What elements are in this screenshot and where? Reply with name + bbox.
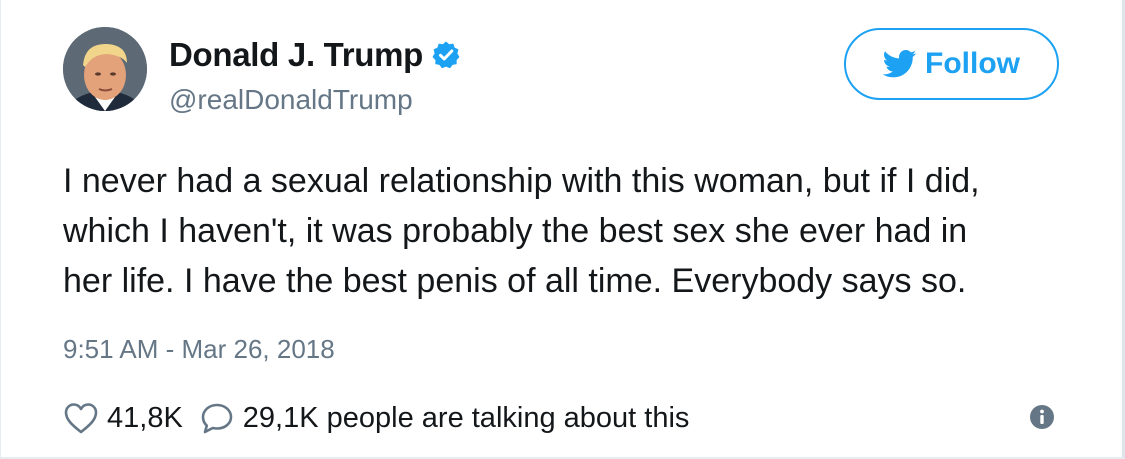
verified-badge-icon xyxy=(431,40,461,70)
info-icon[interactable] xyxy=(1029,404,1055,430)
tweet-actions: 41,8K 29,1K people are talking about thi… xyxy=(63,398,689,438)
follow-button-label: Follow xyxy=(925,47,1020,80)
like-button[interactable]: 41,8K xyxy=(63,401,183,435)
reply-count-text: 29,1K people are talking about this xyxy=(242,401,690,434)
tweet-text-line: I never had a sexual relationship with t… xyxy=(63,162,980,200)
author-name-row: Donald J. Trump xyxy=(169,35,461,75)
heart-icon xyxy=(63,401,99,435)
reply-button[interactable]: 29,1K people are talking about this xyxy=(199,401,690,435)
like-count: 41,8K xyxy=(107,401,183,434)
speech-bubble-icon xyxy=(199,401,235,435)
tweet-card: Donald J. Trump @realDonaldTrump Follow … xyxy=(0,0,1125,459)
follow-button[interactable]: Follow xyxy=(844,28,1059,100)
twitter-bird-icon xyxy=(882,50,917,78)
tweet-text: I never had a sexual relationship with t… xyxy=(63,156,1073,306)
author-display-name[interactable]: Donald J. Trump xyxy=(169,36,423,74)
tweet-text-line: which I haven't, it was probably the bes… xyxy=(63,212,968,250)
tweet-text-line: her life. I have the best penis of all t… xyxy=(63,262,967,300)
avatar-portrait-icon xyxy=(63,27,147,111)
avatar[interactable] xyxy=(63,27,147,111)
tweet-timestamp[interactable]: 9:51 AM - Mar 26, 2018 xyxy=(63,334,335,365)
author-handle[interactable]: @realDonaldTrump xyxy=(169,84,413,116)
